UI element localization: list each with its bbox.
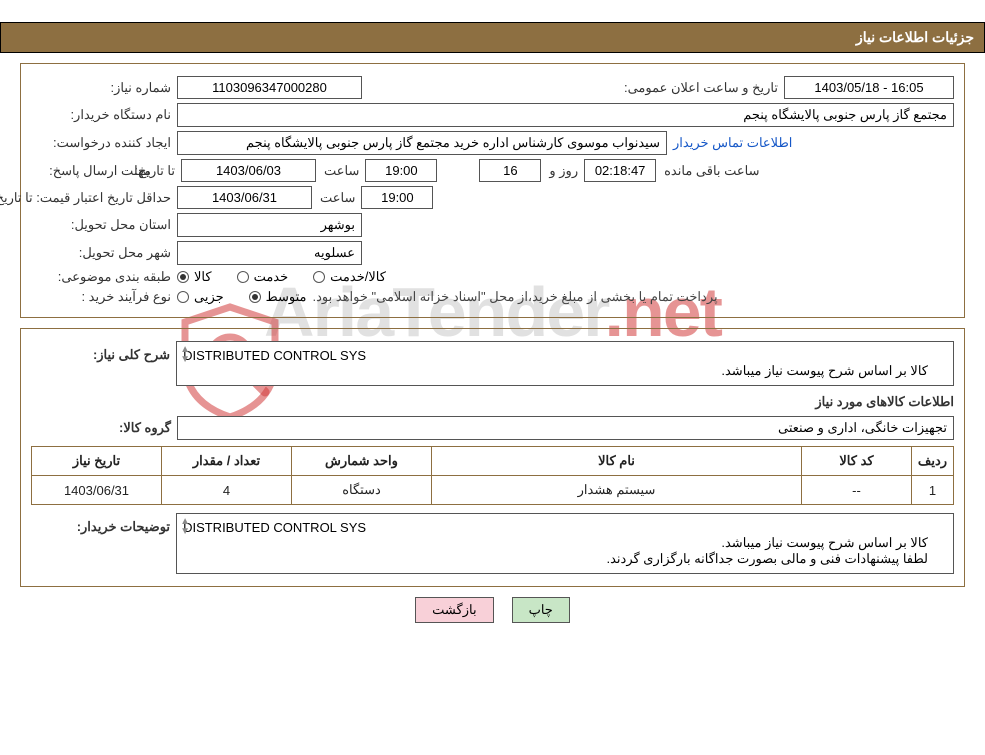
th-code: کد کالا	[802, 447, 912, 476]
province-label: استان محل تحویل:	[31, 217, 171, 233]
validity-label: حداقل تاریخ اعتبار قیمت: تا تاریخ:	[31, 191, 171, 205]
td-date: 1403/06/31	[32, 476, 162, 505]
days-and-label: روز و	[547, 163, 578, 179]
group-value: تجهیزات خانگی، اداری و صنعتی	[177, 416, 954, 440]
print-button[interactable]: چاپ	[512, 597, 570, 623]
radio-goods[interactable]: کالا	[177, 269, 212, 285]
requester-label: ایجاد کننده درخواست:	[31, 135, 171, 151]
time-label-1: ساعت	[322, 163, 359, 179]
buyer-contact-link[interactable]: اطلاعات تماس خریدار	[673, 135, 792, 151]
to-date-label: تا تاریخ:	[157, 163, 175, 179]
scroll-arrows-icon: ▲▼	[180, 517, 190, 537]
radio-goods-service-label: کالا/خدمت	[330, 269, 386, 285]
buyer-notes-line2: کالا بر اساس شرح پیوست نیاز میباشد.	[183, 535, 928, 551]
validity-time: 19:00	[361, 186, 433, 209]
announce-label: تاریخ و ساعت اعلان عمومی:	[622, 80, 778, 96]
buyer-value: مجتمع گاز پارس جنوبی پالایشگاه پنجم	[177, 103, 954, 127]
button-bar: چاپ بازگشت	[0, 597, 985, 623]
validity-date: 1403/06/31	[177, 186, 312, 209]
buyer-notes-textarea[interactable]: ▲▼ DISTRIBUTED CONTROL SYS کالا بر اساس …	[176, 513, 954, 574]
td-code: --	[802, 476, 912, 505]
subject-label: طبقه بندی موضوعی:	[31, 269, 171, 285]
radio-medium[interactable]: متوسط	[249, 289, 307, 305]
table-row: 1 -- سیستم هشدار دستگاه 4 1403/06/31	[32, 476, 954, 505]
radio-dot-icon	[177, 291, 189, 303]
td-name: سیستم هشدار	[432, 476, 802, 505]
radio-goods-service[interactable]: کالا/خدمت	[313, 269, 386, 285]
province-value: بوشهر	[177, 213, 362, 237]
buyer-notes-line3: لطفا پیشنهادات فنی و مالی بصورت جداگانه …	[183, 551, 928, 567]
need-desc-line2: کالا بر اساس شرح پیوست نیاز میباشد.	[183, 363, 928, 379]
announce-value: 1403/05/18 - 16:05	[784, 76, 954, 99]
buyer-label: نام دستگاه خریدار:	[31, 107, 171, 123]
main-info-panel: شماره نیاز: 1103096347000280 تاریخ و ساع…	[20, 63, 965, 318]
radio-dot-icon	[237, 271, 249, 283]
th-qty: تعداد / مقدار	[162, 447, 292, 476]
need-desc-textarea[interactable]: ▲▼ DISTRIBUTED CONTROL SYS کالا بر اساس …	[176, 341, 954, 386]
th-unit: واحد شمارش	[292, 447, 432, 476]
radio-service[interactable]: خدمت	[237, 269, 289, 285]
items-table: ردیف کد کالا نام کالا واحد شمارش تعداد /…	[31, 446, 954, 505]
requester-value: سیدنواب موسوی کارشناس اداره خرید مجتمع گ…	[177, 131, 667, 155]
radio-medium-label: متوسط	[266, 289, 307, 305]
need-desc-line1: DISTRIBUTED CONTROL SYS	[183, 348, 928, 363]
td-qty: 4	[162, 476, 292, 505]
scroll-arrows-icon: ▲▼	[180, 345, 190, 365]
buyer-notes-line1: DISTRIBUTED CONTROL SYS	[183, 520, 928, 535]
deadline-time: 19:00	[365, 159, 437, 182]
page-title: جزئیات اطلاعات نیاز	[0, 22, 985, 53]
need-number-label: شماره نیاز:	[31, 80, 171, 96]
need-number-value: 1103096347000280	[177, 76, 362, 99]
need-details-panel: شرح کلی نیاز: ▲▼ DISTRIBUTED CONTROL SYS…	[20, 328, 965, 587]
remain-suffix: ساعت باقی مانده	[662, 163, 759, 179]
radio-dot-icon	[249, 291, 261, 303]
time-label-2: ساعت	[318, 190, 355, 206]
th-row: ردیف	[912, 447, 954, 476]
radio-partial[interactable]: جزیی	[177, 289, 224, 305]
purchase-type-label: نوع فرآیند خرید :	[31, 289, 171, 305]
deadline-date: 1403/06/03	[181, 159, 316, 182]
radio-goods-label: کالا	[194, 269, 212, 285]
city-value: عسلویه	[177, 241, 362, 265]
th-name: نام کالا	[432, 447, 802, 476]
td-row: 1	[912, 476, 954, 505]
purchase-type-radio-group: جزیی متوسط	[177, 289, 307, 305]
radio-service-label: خدمت	[254, 269, 289, 285]
radio-dot-icon	[177, 271, 189, 283]
subject-radio-group: کالا خدمت کالا/خدمت	[177, 269, 386, 285]
items-title: اطلاعات کالاهای مورد نیاز	[31, 394, 954, 410]
radio-partial-label: جزیی	[194, 289, 224, 305]
remain-hms: 02:18:47	[584, 159, 656, 182]
city-label: شهر محل تحویل:	[31, 245, 171, 261]
remain-days: 16	[479, 159, 541, 182]
td-unit: دستگاه	[292, 476, 432, 505]
need-desc-label: شرح کلی نیاز:	[31, 341, 170, 363]
radio-dot-icon	[313, 271, 325, 283]
group-label: گروه کالا:	[31, 420, 171, 436]
table-header-row: ردیف کد کالا نام کالا واحد شمارش تعداد /…	[32, 447, 954, 476]
buyer-notes-label: توضیحات خریدار:	[31, 513, 170, 535]
deadline-label: مهلت ارسال پاسخ:	[31, 163, 151, 179]
th-date: تاریخ نیاز	[32, 447, 162, 476]
purchase-note: پرداخت تمام یا بخشی از مبلغ خرید،از محل …	[313, 289, 718, 305]
back-button[interactable]: بازگشت	[415, 597, 493, 623]
